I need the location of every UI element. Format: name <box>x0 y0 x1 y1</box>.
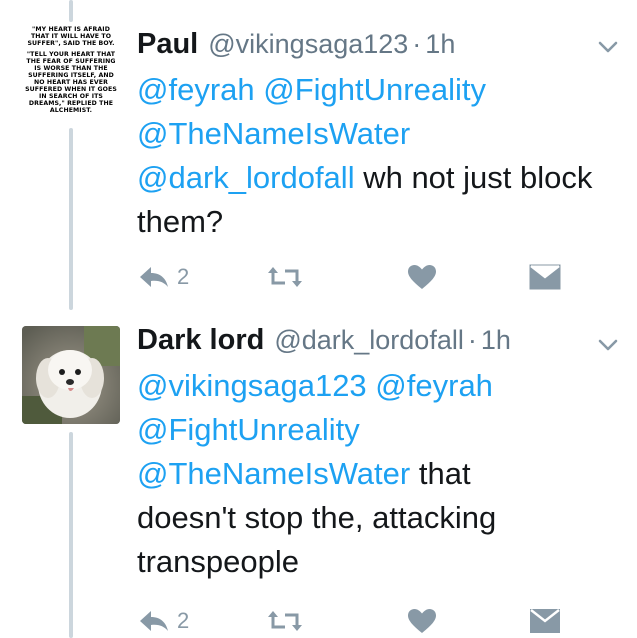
dm-button[interactable] <box>529 608 561 634</box>
mention-link[interactable]: @TheNameIsWater <box>137 456 410 491</box>
timestamp[interactable]: 1h <box>481 325 511 356</box>
tweet-body-text: transpeople <box>137 544 300 579</box>
timestamp[interactable]: 1h <box>425 29 455 60</box>
mention-link[interactable]: @vikingsaga123 <box>137 368 367 403</box>
like-icon <box>408 265 436 289</box>
like-button[interactable] <box>407 608 437 634</box>
retweet-button[interactable] <box>267 264 303 290</box>
retweet-icon <box>268 611 302 631</box>
chevron-down-icon[interactable] <box>595 34 621 60</box>
like-icon <box>408 609 436 633</box>
tweet-paul[interactable]: "My heart is afraid that it will have to… <box>0 0 637 310</box>
reply-count: 2 <box>177 608 190 633</box>
tweet-dark-lord[interactable]: Dark lord @dark_lordofall · 1h @vikingsa… <box>0 310 637 638</box>
reply-button[interactable]: 2 <box>137 608 189 634</box>
tweet-text: @vikingsaga123 @feyrah @FightUnreality @… <box>137 364 617 584</box>
user-handle[interactable]: @dark_lordofall <box>274 325 464 356</box>
reply-icon <box>140 611 168 631</box>
chevron-down-icon[interactable] <box>595 332 621 358</box>
mention-link[interactable]: @FightUnreality <box>263 72 486 107</box>
tweet-text: @feyrah @FightUnreality @TheNameIsWater … <box>137 68 617 244</box>
user-handle[interactable]: @vikingsaga123 <box>208 29 408 60</box>
tweet-header: Dark lord @dark_lordofall · 1h <box>137 324 511 364</box>
separator-dot: · <box>412 29 422 59</box>
mention-link[interactable]: @dark_lordofall <box>137 160 355 195</box>
mention-link[interactable]: @feyrah <box>137 72 255 107</box>
retweet-button[interactable] <box>267 608 303 634</box>
like-button[interactable] <box>407 264 437 290</box>
reply-button[interactable]: 2 <box>137 264 189 290</box>
dm-button[interactable] <box>529 264 561 290</box>
tweet-actions: 2 <box>137 608 577 638</box>
retweet-icon <box>268 267 302 287</box>
display-name[interactable]: Paul <box>137 28 198 61</box>
tweet-header: Paul @vikingsaga123 · 1h <box>137 28 455 68</box>
avatar[interactable]: "My heart is afraid that it will have to… <box>22 26 120 124</box>
mention-link[interactable]: @FightUnreality <box>137 412 360 447</box>
dm-icon <box>530 609 560 633</box>
separator-dot: · <box>467 325 477 355</box>
avatar-quote-line-2: "Tell your heart that the fear of suffer… <box>25 51 117 114</box>
avatar-quote-line-1: "My heart is afraid that it will have to… <box>27 26 115 47</box>
mention-link[interactable]: @TheNameIsWater <box>137 116 410 151</box>
tweet-body-text: doesn't stop the, attacking <box>137 500 497 535</box>
avatar[interactable] <box>22 326 120 424</box>
reply-count: 2 <box>177 264 190 289</box>
dm-icon <box>529 264 561 290</box>
display-name[interactable]: Dark lord <box>137 324 264 357</box>
reply-icon <box>140 267 168 287</box>
tweet-body-text: that <box>418 456 471 491</box>
puppy-photo <box>22 326 120 424</box>
tweet-actions: 2 <box>137 264 577 294</box>
mention-link[interactable]: @feyrah <box>375 368 493 403</box>
